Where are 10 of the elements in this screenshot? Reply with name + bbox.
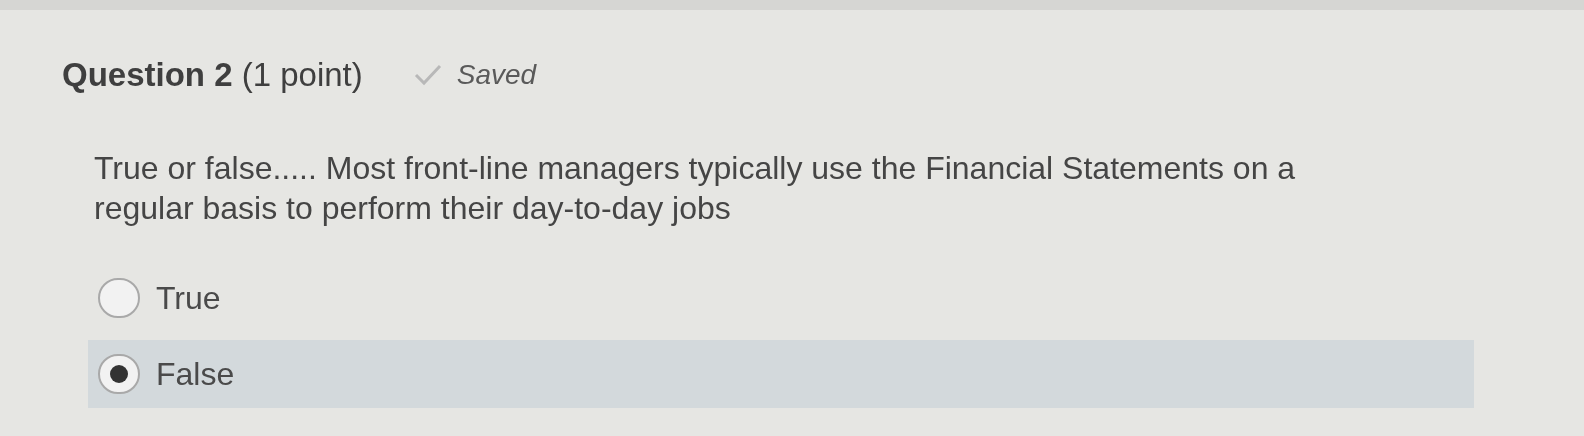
answer-option[interactable]: False [88, 339, 1474, 408]
check-icon [412, 62, 443, 87]
option-label: False [156, 354, 235, 394]
option-label: True [156, 278, 221, 318]
answer-option[interactable]: True [88, 263, 1474, 332]
question-text: True or false..... Most front-line managers typically use the Financial Statements on a regular basis to perform their day-to-day jobs [94, 148, 1297, 228]
radio-button[interactable] [98, 277, 140, 318]
saved-status: Saved [456, 57, 537, 92]
question-title: Question 2 (1 point) [62, 55, 363, 95]
radio-button[interactable] [98, 353, 140, 394]
